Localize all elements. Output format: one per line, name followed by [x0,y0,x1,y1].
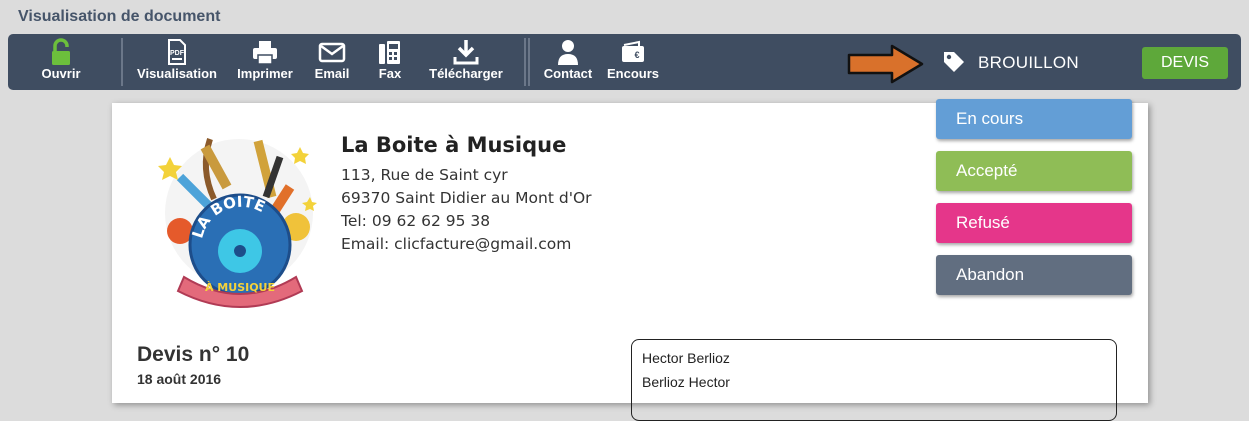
printer-icon [253,41,277,65]
preview-button-label: Visualisation [137,66,217,81]
document-type-button[interactable]: DEVIS [1142,47,1228,79]
document-title: Devis n° 10 [137,343,250,366]
print-button[interactable]: Imprimer [230,38,300,86]
download-icon [453,40,479,65]
company-email: Email: clicfacture@gmail.com [341,235,572,253]
pdf-icon: PDF [168,39,186,65]
status-option-accepted[interactable]: Accepté [936,151,1132,191]
email-button[interactable]: Email [308,38,356,86]
client-name-alt: Berlioz Hector [642,374,730,390]
logo-text-bottom: À MUSIQUE [205,281,275,294]
document-preview: LA BOITE À MUSIQUE La Boite à Musique 11… [112,103,1148,421]
company-info: La Boite à Musique 113, Rue de Saint cyr… [341,133,592,256]
download-button[interactable]: Télécharger [422,38,510,86]
open-button-label: Ouvrir [41,66,81,81]
client-name: Hector Berlioz [642,350,730,366]
svg-text:€: € [634,50,639,60]
contact-button-label: Contact [543,66,593,81]
company-name: La Boite à Musique [341,133,567,157]
company-phone: Tel: 09 62 62 95 38 [341,212,491,230]
toolbar-separator [524,38,526,86]
status-option-abandoned[interactable]: Abandon [936,255,1132,295]
print-button-label: Imprimer [237,66,293,81]
status-option-refused[interactable]: Refusé [936,203,1132,243]
tag-icon [944,52,964,72]
wallet-icon: € [622,40,644,62]
client-address-box: Hector Berlioz Berlioz Hector [631,339,1117,421]
preview-button[interactable]: PDF Visualisation [132,38,222,86]
toolbar-separator [528,38,530,86]
toolbar-separator [121,38,123,86]
svg-text:PDF: PDF [170,50,185,57]
download-button-label: Télécharger [429,66,503,81]
outstanding-button[interactable]: € Encours [603,38,663,86]
arrow-icon [847,44,924,84]
fax-button[interactable]: Fax [370,38,410,86]
outstanding-button-label: Encours [606,66,659,81]
status-label: BROUILLON [978,53,1079,72]
document-date: 18 août 2016 [137,371,222,387]
company-address-line-1: 113, Rue de Saint cyr [341,166,508,184]
status-option-in-progress[interactable]: En cours [936,99,1132,139]
company-address-line-2: 69370 Saint Didier au Mont d'Or [341,189,592,207]
envelope-icon [318,42,346,63]
open-button[interactable]: Ouvrir [30,38,92,86]
fax-button-label: Fax [378,66,402,81]
company-logo: LA BOITE À MUSIQUE [158,138,317,308]
toolbar: Ouvrir PDF Visualisation Imprimer Email [8,34,1241,90]
contact-button[interactable]: Contact [538,38,598,86]
user-icon [558,40,578,65]
email-button-label: Email [314,66,350,81]
unlock-icon [52,38,70,65]
fax-icon [379,41,400,64]
page-title: Visualisation de document [18,8,221,25]
